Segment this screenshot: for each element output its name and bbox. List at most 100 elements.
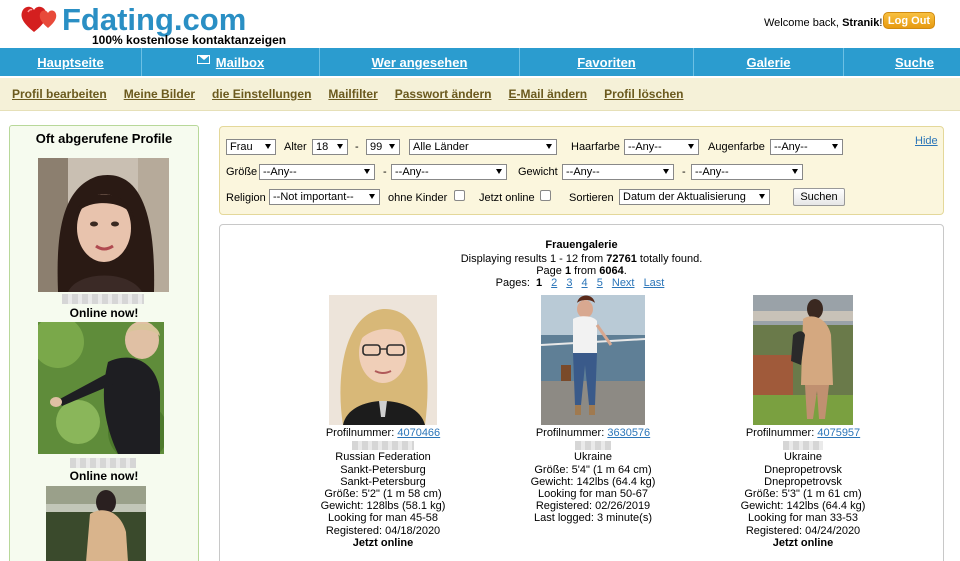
nav-hauptseite[interactable]: Hauptseite [0, 48, 142, 76]
height-from-select[interactable]: --Any-- [259, 164, 375, 180]
chevron-down-icon [369, 194, 375, 199]
profile-online-status: Jetzt online [352, 536, 414, 549]
logo-tagline: 100% kostenlose kontaktanzeigen [92, 33, 287, 47]
profile-height: Größe: 5'4" (1 m 64 cm) [534, 463, 652, 476]
username: Stranik [842, 17, 880, 29]
logout-button[interactable]: Log Out [883, 12, 935, 29]
sidebar-online-status: Online now! [69, 469, 139, 483]
age-from-select[interactable]: 18 [312, 139, 348, 155]
country-select[interactable]: Alle Länder [409, 139, 557, 155]
page-link-3[interactable]: 3 [566, 277, 572, 289]
profile-number-link[interactable]: 4070466 [397, 427, 440, 439]
online-now-label: Jetzt online [479, 192, 535, 204]
profile-city: Dnepropetrovsk [764, 475, 842, 488]
hide-filter-link[interactable]: Hide [915, 135, 938, 147]
profile-name-blurred [278, 439, 488, 451]
weight-from-select[interactable]: --Any-- [562, 164, 674, 180]
subnav-email-aendern[interactable]: E-Mail ändern [508, 87, 587, 101]
profile-card-photo[interactable] [329, 295, 437, 425]
profile-country: Ukraine [784, 451, 822, 464]
weight-to-select[interactable]: --Any-- [691, 164, 803, 180]
hair-color-label: Haarfarbe [571, 141, 620, 153]
popular-profiles-sidebar: Oft abgerufene Profile Online now! Onlin… [9, 125, 199, 561]
age-to-select[interactable]: 99 [366, 139, 400, 155]
sidebar-profile-photo[interactable] [38, 322, 164, 454]
religion-label: Religion [226, 192, 266, 204]
chevron-down-icon [265, 144, 271, 149]
profile-number-link[interactable]: 4075957 [817, 427, 860, 439]
subnav-meine-bilder[interactable]: Meine Bilder [124, 87, 195, 101]
profile-region: Sankt-Petersburg [340, 463, 426, 476]
sort-label: Sortieren [569, 192, 614, 204]
sidebar-profile-photo[interactable] [38, 158, 169, 292]
sub-navigation: Profil bearbeiten Meine Bilder die Einst… [0, 78, 960, 111]
subnav-profil-bearbeiten[interactable]: Profil bearbeiten [12, 87, 107, 101]
hair-color-select[interactable]: --Any-- [624, 139, 699, 155]
women-gallery: Frauengalerie Displaying results 1 - 12 … [219, 224, 944, 561]
subnav-einstellungen[interactable]: die Einstellungen [212, 87, 311, 101]
profile-online-status: Jetzt online [772, 536, 834, 549]
main-navigation: Hauptseite Mailbox Wer angesehen Favorit… [0, 48, 960, 76]
subnav-mailfilter[interactable]: Mailfilter [328, 87, 377, 101]
profile-country: Russian Federation [335, 451, 431, 464]
chevron-down-icon [364, 169, 370, 174]
profile-photo-image [38, 322, 164, 454]
profile-card: Profilnummer: 4075957 Ukraine Dnepropetr… [698, 295, 908, 549]
page-link-2[interactable]: 2 [551, 277, 557, 289]
sidebar-title: Oft abgerufene Profile [35, 131, 173, 146]
page-summary: Page 1 from 6064. [536, 265, 627, 277]
profile-looking-for: Looking for man 45-58 [327, 512, 439, 525]
profile-number: Profilnummer: 4070466 [325, 427, 441, 439]
sidebar-profile-name-blurred [62, 294, 144, 304]
online-now-checkbox[interactable] [540, 190, 551, 201]
page-link-1: 1 [535, 277, 543, 289]
subnav-passwort-aendern[interactable]: Passwort ändern [395, 87, 492, 101]
nav-galerie[interactable]: Galerie [694, 48, 844, 76]
no-kids-checkbox[interactable] [454, 190, 465, 201]
sidebar-profile-photo[interactable] [46, 486, 146, 561]
profile-city: Sankt-Petersburg [340, 475, 426, 488]
gender-select[interactable]: Frau [226, 139, 276, 155]
site-header: Fdating.com 100% kostenlose kontaktanzei… [0, 0, 960, 48]
weight-separator: - [682, 166, 686, 178]
chevron-down-icon [546, 144, 552, 149]
sidebar-online-status: Online now! [69, 306, 139, 320]
age-separator: - [355, 141, 359, 153]
profile-registered: Registered: 04/18/2020 [325, 524, 441, 537]
height-to-select[interactable]: --Any-- [391, 164, 507, 180]
profile-height: Größe: 5'2" (1 m 58 cm) [324, 488, 442, 501]
chevron-down-icon [337, 144, 343, 149]
subnav-profil-loeschen[interactable]: Profil löschen [604, 87, 683, 101]
nav-suche[interactable]: Suche [844, 48, 960, 76]
pagination: Pages: 1 2 3 4 5 Next Last [495, 277, 665, 289]
welcome-message: Welcome back, Stranik! [764, 17, 883, 29]
chevron-down-icon [688, 144, 694, 149]
eye-color-select[interactable]: --Any-- [770, 139, 843, 155]
profile-photo-image [38, 158, 169, 292]
profile-last-logged: Last logged: 3 minute(s) [533, 512, 652, 525]
sort-select[interactable]: Datum der Aktualisierung [619, 189, 770, 205]
profile-name-blurred [698, 439, 908, 451]
chevron-down-icon [792, 169, 798, 174]
profile-card-photo[interactable] [541, 295, 645, 425]
profile-country: Ukraine [574, 451, 612, 464]
profile-photo-image [329, 295, 437, 425]
search-button[interactable]: Suchen [793, 188, 845, 206]
profile-number-link[interactable]: 3630576 [607, 427, 650, 439]
nav-wer-angesehen[interactable]: Wer angesehen [320, 48, 520, 76]
last-page-link[interactable]: Last [644, 277, 665, 289]
site-logo[interactable]: Fdating.com 100% kostenlose kontaktanzei… [20, 2, 320, 47]
page-link-4[interactable]: 4 [582, 277, 588, 289]
no-kids-label: ohne Kinder [388, 192, 448, 204]
nav-favoriten[interactable]: Favoriten [520, 48, 694, 76]
religion-select[interactable]: --Not important-- [269, 189, 380, 205]
weight-label: Gewicht [518, 166, 558, 178]
profile-weight: Gewicht: 142lbs (64.4 kg) [530, 475, 656, 488]
mail-icon [196, 55, 210, 64]
nav-mailbox[interactable]: Mailbox [142, 48, 320, 76]
eye-color-label: Augenfarbe [708, 141, 765, 153]
profile-card-photo[interactable] [753, 295, 853, 425]
page-link-5[interactable]: 5 [597, 277, 603, 289]
profile-photo-image [46, 486, 146, 561]
next-page-link[interactable]: Next [612, 277, 635, 289]
